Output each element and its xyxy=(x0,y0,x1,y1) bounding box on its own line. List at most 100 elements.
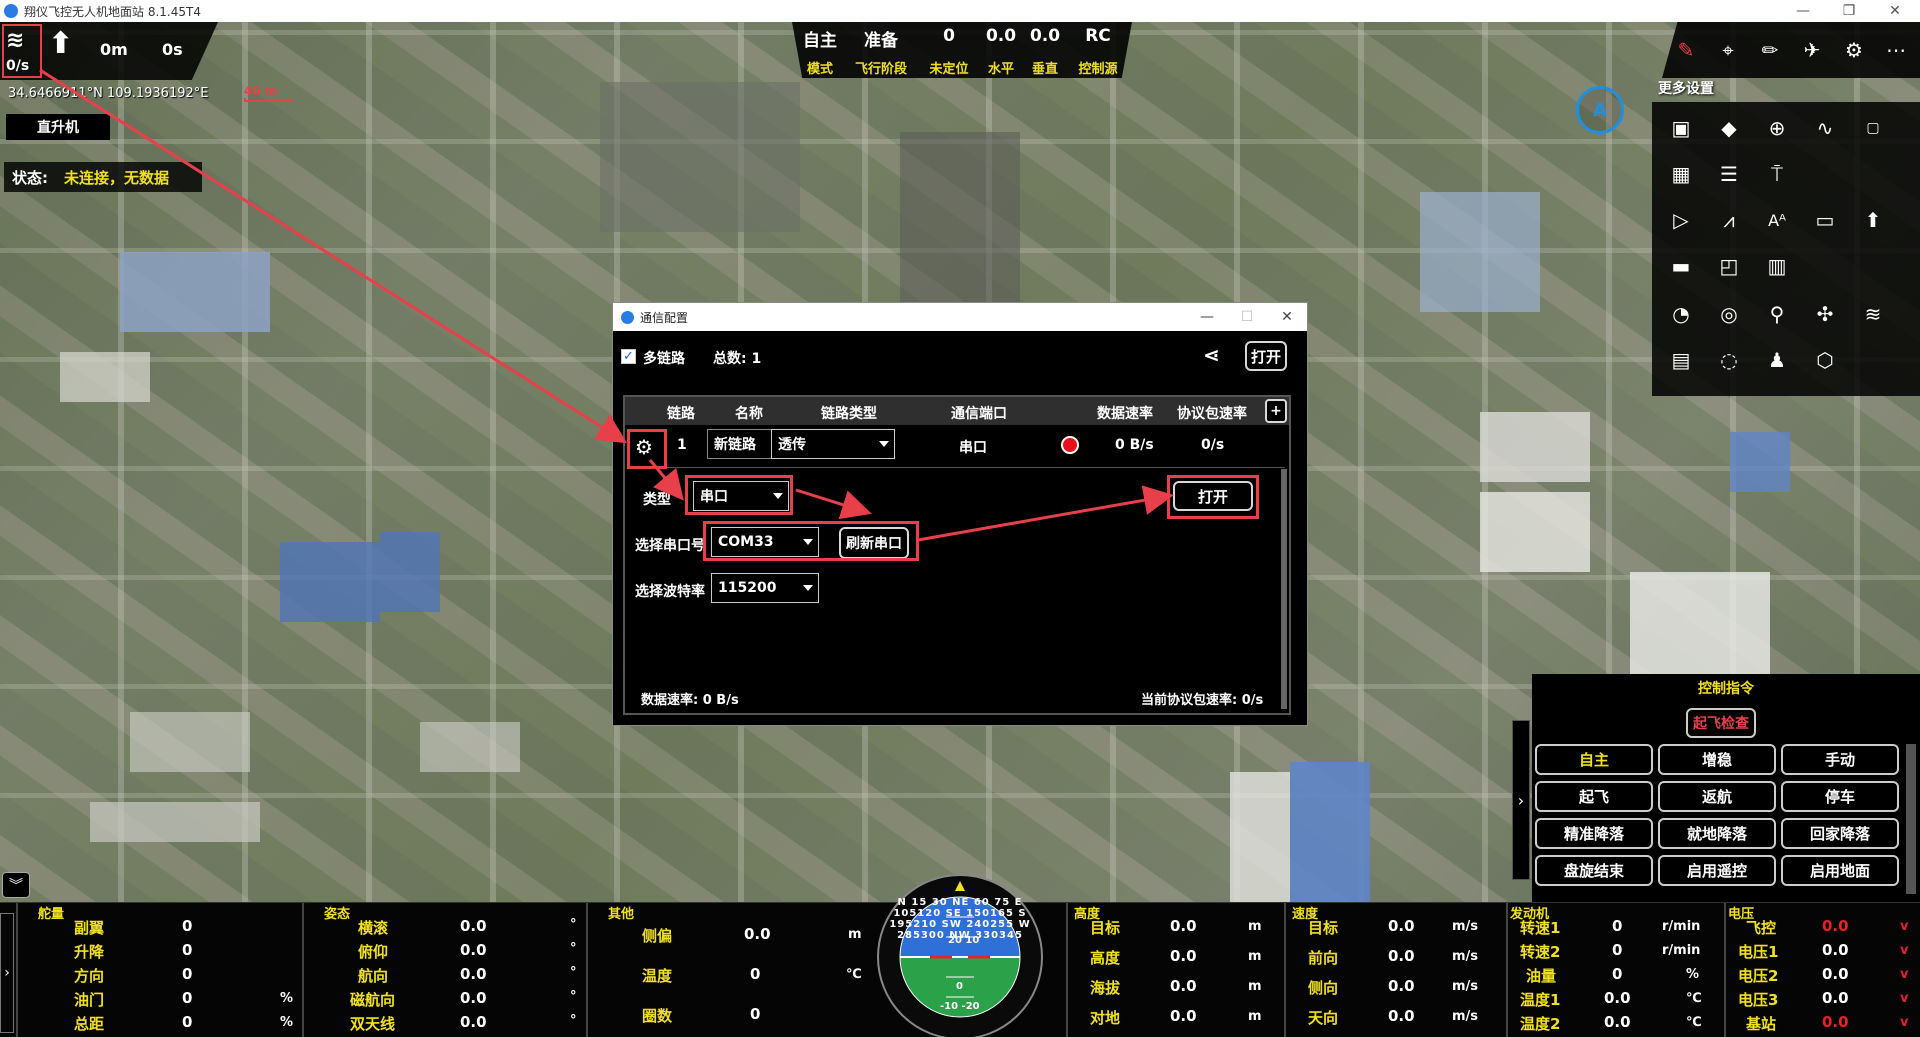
dialog-close-button[interactable]: ✕ xyxy=(1267,303,1307,331)
bar-chart-icon[interactable]: ▥ xyxy=(1758,248,1796,284)
vehicle-type-button[interactable]: 直升机 xyxy=(6,114,110,140)
map-pin-icon[interactable]: ⌖ xyxy=(1712,38,1744,62)
takeoff-button[interactable]: 起飞 xyxy=(1535,781,1653,812)
location-icon[interactable]: ⚲ xyxy=(1758,296,1796,332)
land-here-button[interactable]: 就地降落 xyxy=(1658,818,1776,849)
close-button[interactable]: ✕ xyxy=(1872,0,1918,22)
link-index: 1 xyxy=(677,437,687,453)
scrollbar[interactable] xyxy=(1281,469,1287,709)
compass-icon[interactable]: A xyxy=(1576,86,1624,134)
rpm1-unit: r/min xyxy=(1662,919,1701,934)
settings-chip-icon[interactable]: ▣ xyxy=(1662,110,1700,146)
collective-value: 0 xyxy=(182,1013,193,1031)
enable-rc-button[interactable]: 启用遥控 xyxy=(1658,855,1776,886)
precision-land-button[interactable]: 精准降落 xyxy=(1535,818,1653,849)
roll-value: 0.0 xyxy=(460,917,487,935)
temp2-value: 0.0 xyxy=(1604,1013,1631,1031)
tool-icon[interactable]: ⚙ xyxy=(1838,38,1870,62)
attitude-title: 姿态 xyxy=(324,907,351,922)
minimize-button[interactable]: — xyxy=(1780,0,1826,22)
pencil-icon[interactable]: ✏ xyxy=(1754,38,1786,62)
stabilize-button[interactable]: 增稳 xyxy=(1658,744,1776,775)
loiter-end-button[interactable]: 盘旋结束 xyxy=(1535,855,1653,886)
gauge-icon[interactable]: ◔ xyxy=(1662,296,1700,332)
fc-icon[interactable]: ▢ xyxy=(1854,110,1892,146)
waveform-icon[interactable]: ∿ xyxy=(1806,110,1844,146)
altitude-readout: 0m xyxy=(100,40,128,59)
person-icon[interactable]: ♟ xyxy=(1758,342,1796,378)
list-icon[interactable]: ☰ xyxy=(1710,156,1748,192)
header-link-type: 链路类型 xyxy=(821,406,877,422)
temp2-label: 温度2 xyxy=(1520,1015,1561,1033)
mag-heading-label: 磁航向 xyxy=(350,991,396,1009)
voltage2-value: 0.0 xyxy=(1822,965,1849,983)
preflight-check-button[interactable]: 起飞检查 xyxy=(1686,708,1756,738)
control-scrollbar[interactable] xyxy=(1906,744,1916,894)
link-type-select[interactable]: 透传 xyxy=(771,429,895,459)
dialog-minimize-button[interactable]: — xyxy=(1187,303,1227,331)
stop-button[interactable]: 停车 xyxy=(1781,781,1899,812)
pitch-center: 0 xyxy=(956,981,963,992)
plane-icon[interactable]: ✈ xyxy=(1796,38,1828,62)
mag-heading-value: 0.0 xyxy=(460,989,487,1007)
restore-button[interactable]: ❐ xyxy=(1826,0,1872,22)
voltage2-unit: v xyxy=(1900,967,1909,982)
signal-icon[interactable]: ◎ xyxy=(1710,296,1748,332)
diamond-icon[interactable]: ◆ xyxy=(1710,110,1748,146)
multi-link-checkbox[interactable]: ✓ xyxy=(621,349,636,364)
more-settings-label: 更多设置 xyxy=(1658,81,1714,97)
aileron-label: 副翼 xyxy=(74,919,105,937)
enable-ground-button[interactable]: 启用地面 xyxy=(1781,855,1899,886)
drone-icon[interactable]: ✣ xyxy=(1806,296,1844,332)
upload-icon[interactable]: ⬆ xyxy=(1854,202,1892,238)
footer-data-rate: 数据速率: 0 B/s xyxy=(641,693,739,708)
auto-button[interactable]: 自主 xyxy=(1535,744,1653,775)
altitude-panel: 高度 目标 0.0 m 高度 0.0 m 海拔 0.0 m 对地 0.0 m xyxy=(1066,903,1266,1037)
title-bar: 翔仪飞控无人机地面站 8.1.45T4 — ❐ ✕ xyxy=(0,0,1920,22)
dialog-maximize-button[interactable]: ☐ xyxy=(1227,303,1267,331)
baud-select[interactable]: 115200 xyxy=(711,573,819,603)
sensor-icon[interactable]: ✎ xyxy=(1670,38,1702,62)
return-button[interactable]: 返航 xyxy=(1658,781,1776,812)
gps-value: 0 xyxy=(943,26,955,46)
voltage1-label: 电压1 xyxy=(1738,943,1779,961)
monitor-icon[interactable]: ▭ xyxy=(1806,202,1844,238)
type-label: 类型 xyxy=(643,492,671,508)
crosstrack-unit: m xyxy=(848,927,862,942)
laps-value: 0 xyxy=(750,1005,761,1023)
crosstrack-value: 0.0 xyxy=(744,925,771,943)
rpm2-value: 0 xyxy=(1612,941,1623,959)
battery-icon[interactable]: ▬ xyxy=(1662,248,1700,284)
box-icon[interactable]: ⬡ xyxy=(1806,342,1844,378)
fc-voltage-unit: v xyxy=(1900,919,1909,934)
table-icon[interactable]: ▦ xyxy=(1662,156,1700,192)
chat-icon[interactable]: ◌ xyxy=(1710,342,1748,378)
spd-lateral-label: 侧向 xyxy=(1308,979,1339,997)
header-port: 通信端口 xyxy=(951,406,1007,422)
rpm1-value: 0 xyxy=(1612,917,1623,935)
land-home-button[interactable]: 回家降落 xyxy=(1781,818,1899,849)
telemetry-toggle-icon[interactable]: › xyxy=(0,913,14,1033)
antenna-icon[interactable]: ⍑ xyxy=(1758,156,1796,192)
rpm1-label: 转速1 xyxy=(1520,919,1561,937)
spd-forward-value: 0.0 xyxy=(1388,947,1415,965)
play-icon[interactable]: ▷ xyxy=(1662,202,1700,238)
fuel-unit: % xyxy=(1686,967,1700,982)
collapse-icon[interactable]: ︾ xyxy=(2,872,30,898)
dual-antenna-value: 0.0 xyxy=(460,1013,487,1031)
dialog-open-button[interactable]: 打开 xyxy=(1245,341,1287,371)
manual-button[interactable]: 手动 xyxy=(1781,744,1899,775)
screen-icon[interactable]: ◰ xyxy=(1710,248,1748,284)
wireless-icon[interactable]: ≋ xyxy=(1854,296,1892,332)
share-icon[interactable]: ⋖ xyxy=(1203,343,1220,367)
text-size-icon[interactable]: Aᴬ xyxy=(1758,202,1796,238)
spd-up-unit: m/s xyxy=(1452,1009,1479,1024)
more-icon[interactable]: ⋯ xyxy=(1880,38,1912,62)
pitch-down-scale: -10 -20 xyxy=(940,1001,980,1012)
window-icon[interactable]: ▤ xyxy=(1662,342,1700,378)
chart-line-icon[interactable]: ⩘ xyxy=(1710,202,1748,238)
expand-control-icon[interactable]: › xyxy=(1512,720,1530,880)
crosshair-icon[interactable]: ⊕ xyxy=(1758,110,1796,146)
add-link-button[interactable]: + xyxy=(1265,399,1287,423)
fc-voltage-label: 飞控 xyxy=(1746,919,1777,937)
